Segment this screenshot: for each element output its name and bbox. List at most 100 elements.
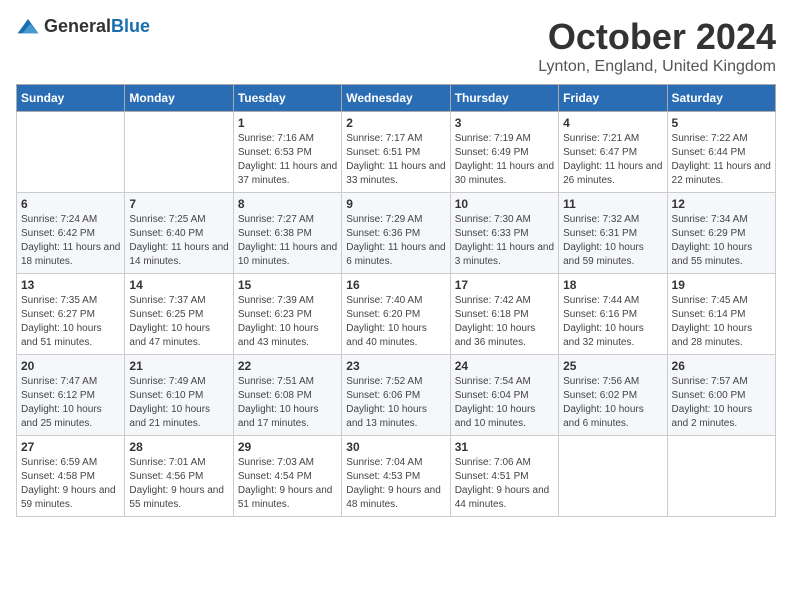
day-number: 9 [346,197,445,211]
calendar-cell: 9 Sunrise: 7:29 AM Sunset: 6:36 PM Daylig… [342,193,450,274]
calendar-cell: 23Sunrise: 7:52 AM Sunset: 6:06 PM Dayli… [342,355,450,436]
day-info: Sunrise: 7:04 AM Sunset: 4:53 PM Dayligh… [346,456,445,512]
month-title: October 2024 [538,16,776,58]
calendar-cell [559,436,667,517]
calendar-cell: 26 Sunrise: 7:57 AM Sunset: 6:00 PM Dayli… [667,355,775,436]
calendar-cell: 17 Sunrise: 7:42 AM Sunset: 6:18 PM Dayli… [450,274,558,355]
calendar-week-row: 27Sunrise: 6:59 AM Sunset: 4:58 PM Dayli… [17,436,776,517]
calendar-cell: 15 Sunrise: 7:39 AM Sunset: 6:23 PM Dayli… [233,274,341,355]
calendar-cell: 19 Sunrise: 7:45 AM Sunset: 6:14 PM Dayli… [667,274,775,355]
day-number: 27 [21,440,120,454]
day-info: Sunrise: 7:01 AM Sunset: 4:56 PM Dayligh… [129,456,228,512]
day-number: 13 [21,278,120,292]
day-number: 1 [238,116,337,130]
calendar-week-row: 20 Sunrise: 7:47 AM Sunset: 6:12 PM Dayli… [17,355,776,436]
day-info: Sunrise: 7:27 AM Sunset: 6:38 PM Dayligh… [238,213,337,269]
day-number: 25 [563,359,662,373]
day-number: 17 [455,278,554,292]
location-title: Lynton, England, United Kingdom [538,58,776,76]
day-info: Sunrise: 7:47 AM Sunset: 6:12 PM Dayligh… [21,375,120,431]
calendar-cell: 30 Sunrise: 7:04 AM Sunset: 4:53 PM Dayli… [342,436,450,517]
day-number: 6 [21,197,120,211]
calendar-cell: 12Sunrise: 7:34 AM Sunset: 6:29 PM Dayli… [667,193,775,274]
day-info: Sunrise: 7:17 AM Sunset: 6:51 PM Dayligh… [346,132,445,188]
day-info: Sunrise: 7:56 AM Sunset: 6:02 PM Dayligh… [563,375,662,431]
day-number: 19 [672,278,771,292]
day-info: Sunrise: 7:24 AM Sunset: 6:42 PM Dayligh… [21,213,120,269]
logo: GeneralBlue [16,16,150,37]
weekday-header-cell: Saturday [667,85,775,112]
calendar-cell [125,112,233,193]
calendar-cell: 28Sunrise: 7:01 AM Sunset: 4:56 PM Dayli… [125,436,233,517]
day-number: 5 [672,116,771,130]
day-number: 8 [238,197,337,211]
day-info: Sunrise: 7:51 AM Sunset: 6:08 PM Dayligh… [238,375,337,431]
day-number: 10 [455,197,554,211]
calendar-cell: 13 Sunrise: 7:35 AM Sunset: 6:27 PM Dayli… [17,274,125,355]
calendar-cell: 4Sunrise: 7:21 AM Sunset: 6:47 PM Daylig… [559,112,667,193]
calendar-cell: 29Sunrise: 7:03 AM Sunset: 4:54 PM Dayli… [233,436,341,517]
day-number: 29 [238,440,337,454]
calendar-cell: 10Sunrise: 7:30 AM Sunset: 6:33 PM Dayli… [450,193,558,274]
day-number: 22 [238,359,337,373]
day-info: Sunrise: 7:16 AM Sunset: 6:53 PM Dayligh… [238,132,337,188]
day-info: Sunrise: 7:39 AM Sunset: 6:23 PM Dayligh… [238,294,337,350]
day-number: 20 [21,359,120,373]
day-number: 30 [346,440,445,454]
logo-icon [16,17,40,37]
logo-general: General [44,16,111,36]
day-number: 11 [563,197,662,211]
logo-blue: Blue [111,16,150,36]
calendar-cell: 7 Sunrise: 7:25 AM Sunset: 6:40 PM Daylig… [125,193,233,274]
title-area: October 2024 Lynton, England, United Kin… [538,16,776,76]
calendar-cell: 31 Sunrise: 7:06 AM Sunset: 4:51 PM Dayli… [450,436,558,517]
weekday-header-cell: Sunday [17,85,125,112]
calendar-cell: 16Sunrise: 7:40 AM Sunset: 6:20 PM Dayli… [342,274,450,355]
calendar-cell: 24 Sunrise: 7:54 AM Sunset: 6:04 PM Dayli… [450,355,558,436]
calendar-week-row: 1 Sunrise: 7:16 AM Sunset: 6:53 PM Daylig… [17,112,776,193]
day-info: Sunrise: 7:34 AM Sunset: 6:29 PM Dayligh… [672,213,771,269]
calendar-cell: 1 Sunrise: 7:16 AM Sunset: 6:53 PM Daylig… [233,112,341,193]
day-info: Sunrise: 7:45 AM Sunset: 6:14 PM Dayligh… [672,294,771,350]
calendar-cell: 8 Sunrise: 7:27 AM Sunset: 6:38 PM Daylig… [233,193,341,274]
day-number: 26 [672,359,771,373]
day-info: Sunrise: 7:29 AM Sunset: 6:36 PM Dayligh… [346,213,445,269]
calendar-cell [667,436,775,517]
day-number: 7 [129,197,228,211]
day-info: Sunrise: 7:57 AM Sunset: 6:00 PM Dayligh… [672,375,771,431]
weekday-header-row: SundayMondayTuesdayWednesdayThursdayFrid… [17,85,776,112]
day-info: Sunrise: 7:32 AM Sunset: 6:31 PM Dayligh… [563,213,662,269]
day-number: 15 [238,278,337,292]
day-number: 24 [455,359,554,373]
weekday-header-cell: Monday [125,85,233,112]
day-info: Sunrise: 7:35 AM Sunset: 6:27 PM Dayligh… [21,294,120,350]
day-number: 21 [129,359,228,373]
weekday-header-cell: Tuesday [233,85,341,112]
calendar-cell [17,112,125,193]
weekday-header-cell: Friday [559,85,667,112]
day-info: Sunrise: 7:40 AM Sunset: 6:20 PM Dayligh… [346,294,445,350]
header: GeneralBlue October 2024 Lynton, England… [16,16,776,76]
calendar-cell: 2Sunrise: 7:17 AM Sunset: 6:51 PM Daylig… [342,112,450,193]
day-number: 4 [563,116,662,130]
day-info: Sunrise: 7:25 AM Sunset: 6:40 PM Dayligh… [129,213,228,269]
weekday-header-cell: Wednesday [342,85,450,112]
calendar-cell: 3Sunrise: 7:19 AM Sunset: 6:49 PM Daylig… [450,112,558,193]
calendar-cell: 27Sunrise: 6:59 AM Sunset: 4:58 PM Dayli… [17,436,125,517]
day-info: Sunrise: 7:06 AM Sunset: 4:51 PM Dayligh… [455,456,554,512]
calendar-cell: 11 Sunrise: 7:32 AM Sunset: 6:31 PM Dayli… [559,193,667,274]
day-info: Sunrise: 7:22 AM Sunset: 6:44 PM Dayligh… [672,132,771,188]
day-info: Sunrise: 7:42 AM Sunset: 6:18 PM Dayligh… [455,294,554,350]
calendar-cell: 20 Sunrise: 7:47 AM Sunset: 6:12 PM Dayli… [17,355,125,436]
day-info: Sunrise: 7:37 AM Sunset: 6:25 PM Dayligh… [129,294,228,350]
calendar-cell: 5 Sunrise: 7:22 AM Sunset: 6:44 PM Daylig… [667,112,775,193]
day-number: 31 [455,440,554,454]
day-info: Sunrise: 7:49 AM Sunset: 6:10 PM Dayligh… [129,375,228,431]
day-info: Sunrise: 7:52 AM Sunset: 6:06 PM Dayligh… [346,375,445,431]
day-info: Sunrise: 7:44 AM Sunset: 6:16 PM Dayligh… [563,294,662,350]
calendar-week-row: 6 Sunrise: 7:24 AM Sunset: 6:42 PM Daylig… [17,193,776,274]
calendar-table: SundayMondayTuesdayWednesdayThursdayFrid… [16,84,776,517]
day-number: 18 [563,278,662,292]
calendar-cell: 14Sunrise: 7:37 AM Sunset: 6:25 PM Dayli… [125,274,233,355]
day-info: Sunrise: 7:54 AM Sunset: 6:04 PM Dayligh… [455,375,554,431]
